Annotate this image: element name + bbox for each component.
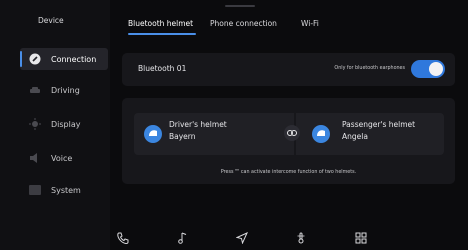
top-notch xyxy=(225,5,255,7)
apps-icon[interactable] xyxy=(354,231,368,245)
tab-active-indicator xyxy=(128,33,196,35)
sidebar-item-connection[interactable]: Connection xyxy=(20,48,108,70)
passenger-helmet-title: Passenger's helmet xyxy=(342,120,416,129)
sidebar-item-label: Driving xyxy=(51,85,80,95)
sidebar-item-driving[interactable]: Driving xyxy=(20,79,108,101)
sidebar-item-label: Display xyxy=(51,119,81,129)
bluetooth-card: Bluetooth 01 Only for bluetooth earphone… xyxy=(122,53,455,86)
driver-helmet-title: Driver's helmet xyxy=(169,120,227,129)
navigation-icon[interactable] xyxy=(235,231,249,245)
toggle-knob xyxy=(429,62,443,76)
bottom-dock xyxy=(0,226,468,250)
passenger-helmet-name: Angela xyxy=(342,132,368,141)
sidebar-item-label: Connection xyxy=(51,54,97,64)
driver-helmet-box[interactable]: Driver's helmet Bayern xyxy=(134,113,294,155)
bluetooth-switch-hint: Only for bluetooth earphones xyxy=(334,66,405,71)
helmet-avatar-icon xyxy=(144,125,162,143)
passenger-helmet-box[interactable]: Passenger's helmet Angela xyxy=(296,113,444,155)
helmet-card: Driver's helmet Bayern Passenger's helme… xyxy=(122,98,455,184)
tab-wifi[interactable]: Wi-Fi xyxy=(301,19,319,28)
sidebar-item-system[interactable]: System xyxy=(20,179,108,201)
sidebar: Device Connection Driving Display Voice … xyxy=(0,0,110,250)
system-icon xyxy=(29,184,41,196)
speaker-icon xyxy=(29,152,41,164)
link-icon xyxy=(29,53,41,65)
sidebar-item-label: System xyxy=(51,185,81,195)
phone-icon[interactable] xyxy=(116,231,130,245)
sidebar-item-display[interactable]: Display xyxy=(20,113,108,135)
tab-phone-connection[interactable]: Phone connection xyxy=(210,19,277,28)
driver-helmet-name: Bayern xyxy=(169,132,196,141)
car-icon xyxy=(29,84,41,96)
music-icon[interactable] xyxy=(176,231,190,245)
sidebar-item-label: Voice xyxy=(51,153,73,163)
sidebar-title: Device xyxy=(38,16,64,25)
helmet-avatar-icon xyxy=(312,125,330,143)
tab-bluetooth-helmet[interactable]: Bluetooth helmet xyxy=(128,19,193,28)
bluetooth-toggle[interactable] xyxy=(411,60,445,78)
brightness-icon xyxy=(29,118,41,130)
intercom-hint: Press "" can activate intercome function… xyxy=(220,170,357,175)
temperature-icon[interactable] xyxy=(294,231,308,245)
sidebar-item-voice[interactable]: Voice xyxy=(20,147,108,169)
bluetooth-device-name: Bluetooth 01 xyxy=(138,64,187,73)
intercom-link-icon[interactable] xyxy=(284,125,300,141)
